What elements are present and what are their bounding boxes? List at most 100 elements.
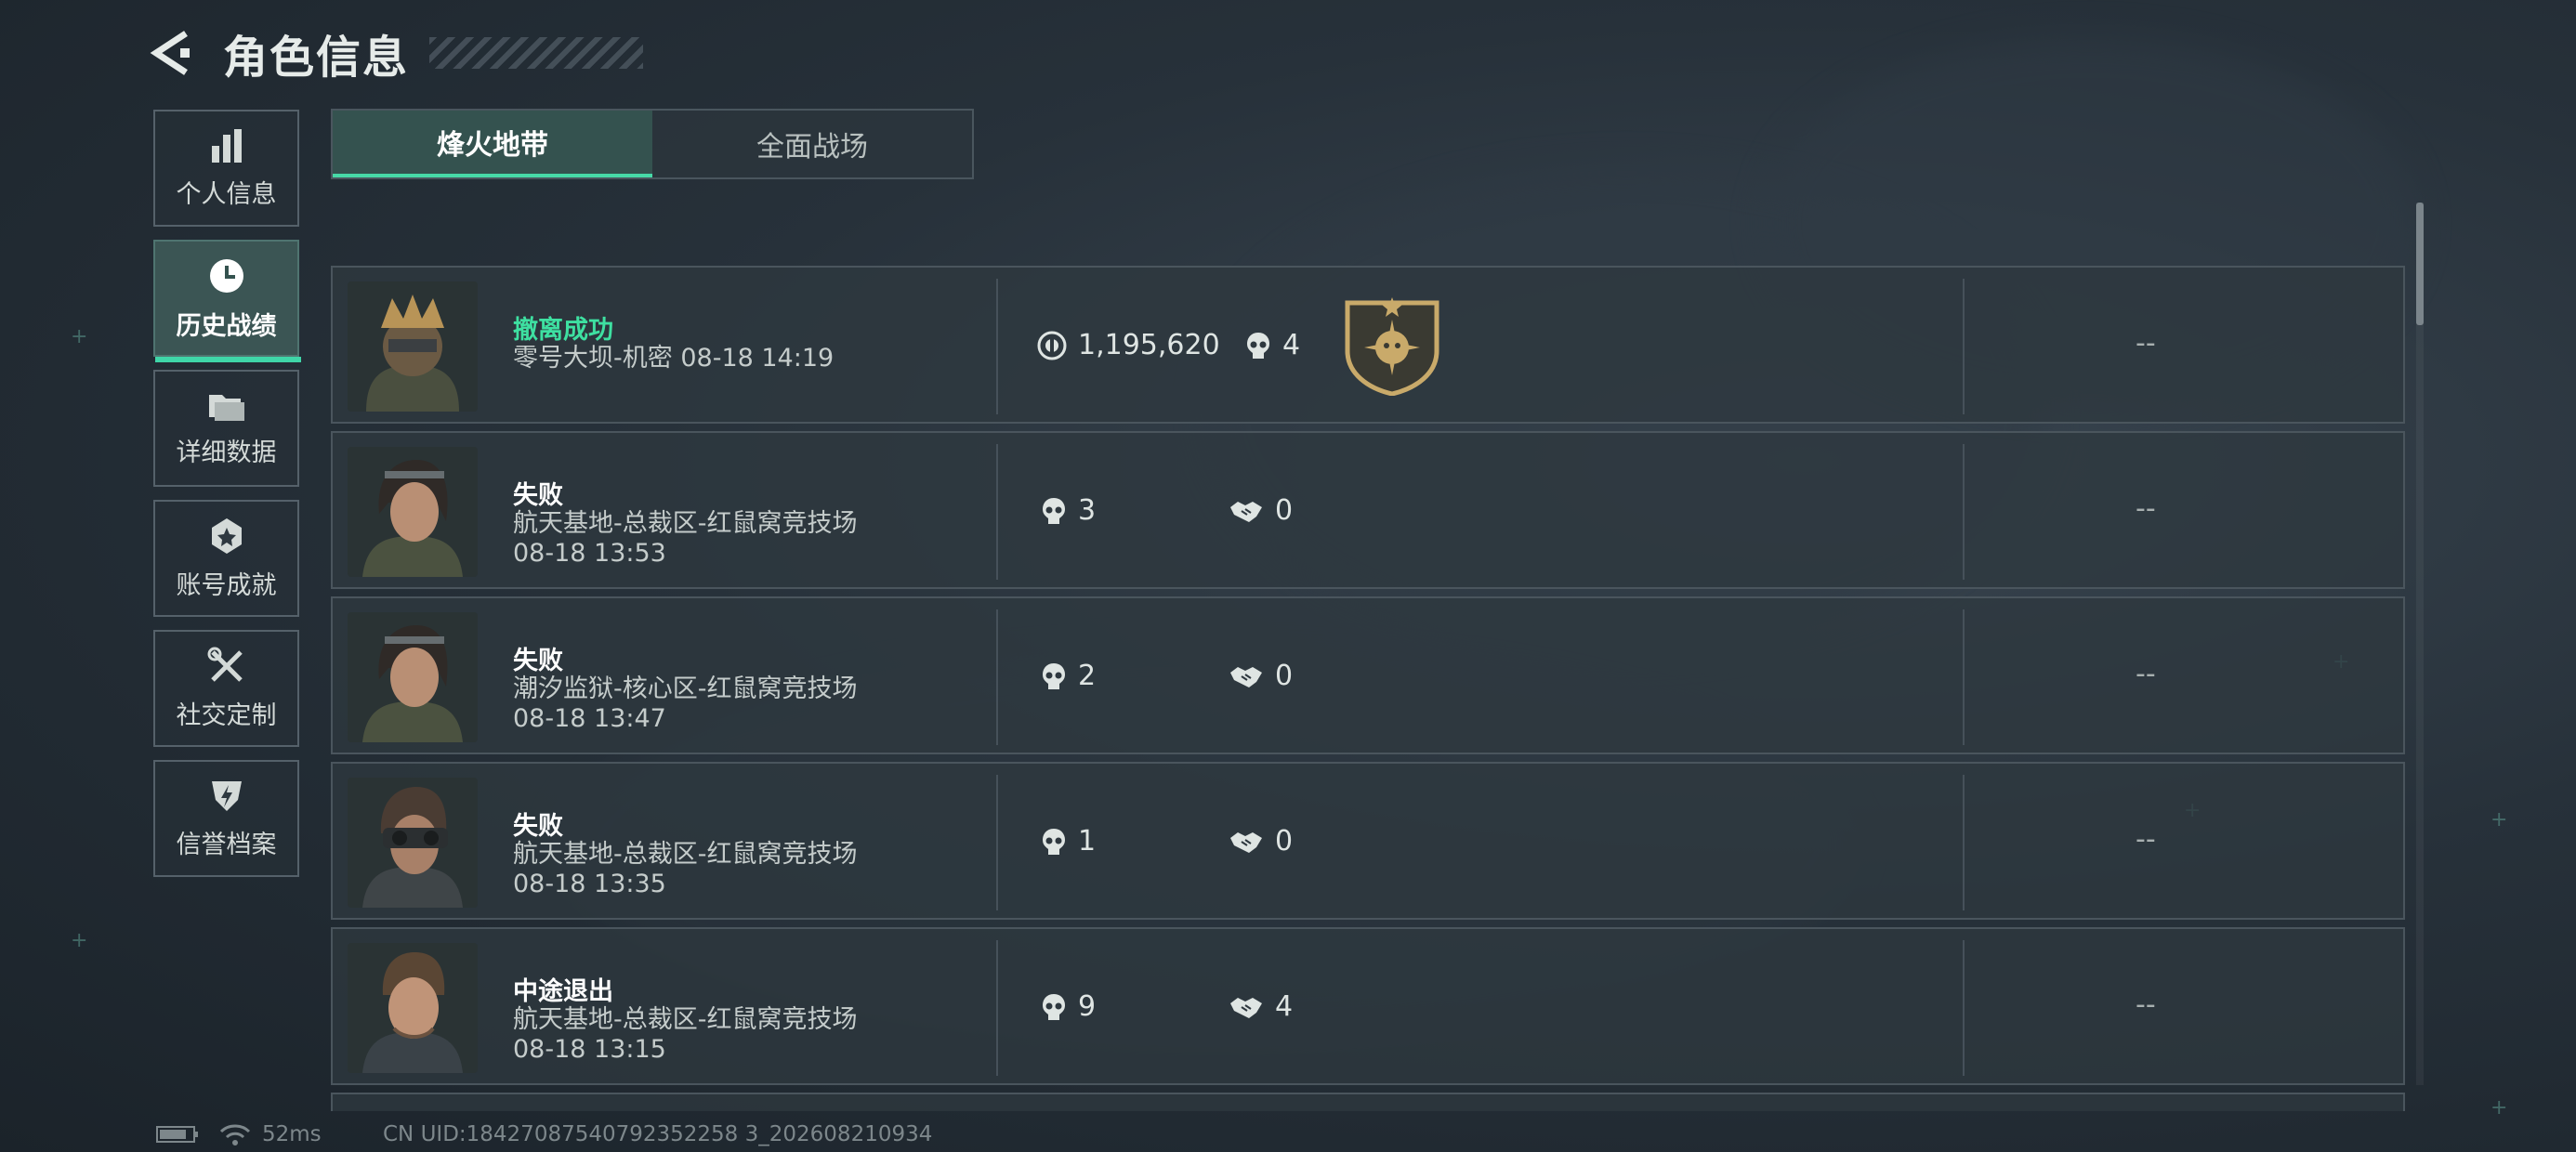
scrollbar-thumb[interactable]	[2416, 203, 2424, 325]
skull-icon	[1043, 828, 1065, 855]
rating-value: --	[2136, 327, 2156, 360]
rescue-stat: 4	[1229, 990, 1293, 1023]
divider	[996, 444, 998, 580]
divider	[1963, 444, 1965, 580]
rescue-stat: 0	[1229, 825, 1293, 857]
rescue-count: 4	[1275, 990, 1294, 1023]
match-row[interactable]: 撤离成功 零号大坝-机密 08-18 14:19 1,195,620 4 --	[331, 266, 2405, 424]
active-indicator	[155, 357, 301, 362]
tools-icon	[207, 647, 243, 682]
operator-portrait	[348, 612, 478, 742]
nav-label: 详细数据	[176, 438, 277, 467]
clock-icon	[209, 258, 243, 293]
kills-stat: 9	[1041, 990, 1096, 1023]
handshake-icon	[1230, 666, 1262, 687]
back-arrow-icon	[150, 31, 190, 75]
mode-tabs: 烽火地带 全面战场	[331, 109, 974, 179]
rating-value: --	[2136, 492, 2156, 525]
match-time: 08-18 13:53	[513, 539, 666, 568]
operator-portrait	[348, 281, 478, 412]
status-bar: 52ms	[156, 1122, 322, 1146]
bar-chart-icon	[211, 128, 242, 163]
match-time: 08-18 13:35	[513, 870, 666, 898]
rating-value: --	[2136, 823, 2156, 856]
divider	[996, 775, 998, 910]
match-status: 失败	[513, 812, 563, 841]
tab-haz-zone[interactable]: 烽火地带	[333, 111, 652, 177]
badge-icon	[211, 517, 242, 554]
match-status: 失败	[513, 647, 563, 675]
divider	[1963, 940, 1965, 1076]
rescue-stat: 0	[1229, 660, 1293, 692]
page-header: 角色信息	[149, 19, 644, 87]
kills-stat: 1	[1041, 825, 1096, 857]
match-time: 08-18 13:15	[513, 1035, 666, 1064]
match-time: 08-18 14:19	[680, 344, 835, 373]
operator-portrait	[348, 778, 478, 908]
rescue-stat: 0	[1229, 494, 1293, 527]
kills-stat: 3	[1041, 494, 1096, 527]
divider	[1963, 775, 1965, 910]
rescue-count: 0	[1275, 494, 1294, 527]
match-row[interactable]: 失败 潮汐监狱-核心区-红鼠窝竞技场 08-18 13:47 2 0 --	[331, 596, 2405, 754]
map-name: 航天基地-总裁区-红鼠窝竞技场	[513, 1005, 858, 1034]
divider	[996, 279, 998, 414]
kill-count: 1	[1078, 825, 1097, 857]
shield-icon	[211, 780, 242, 811]
loot-value: 1,195,620	[1078, 329, 1220, 361]
kills-stat: 2	[1041, 660, 1096, 692]
divider	[996, 940, 998, 1076]
match-status: 失败	[513, 481, 563, 510]
nav-label: 社交定制	[176, 700, 277, 730]
match-location: 航天基地-总裁区-红鼠窝竞技场 08-18 13:35	[513, 840, 996, 899]
match-row-partial	[331, 1093, 2405, 1111]
match-location: 航天基地-总裁区-红鼠窝竞技场 08-18 13:53	[513, 509, 996, 569]
rating-value: --	[2136, 658, 2156, 690]
nav-label: 历史战绩	[176, 311, 277, 341]
match-location: 潮汐监狱-核心区-红鼠窝竞技场 08-18 13:47	[513, 674, 996, 734]
match-status: 撤离成功	[513, 316, 613, 345]
nav-label: 个人信息	[176, 179, 277, 209]
page-title: 角色信息	[223, 32, 410, 84]
kill-count: 9	[1078, 990, 1097, 1023]
match-row[interactable]: 失败 航天基地-总裁区-红鼠窝竞技场 08-18 13:35 1 0 --	[331, 762, 2405, 920]
nav-item-detailed-data[interactable]: 详细数据	[153, 370, 299, 487]
map-name: 零号大坝-机密	[513, 344, 673, 373]
divider	[996, 609, 998, 745]
skull-icon	[1043, 662, 1065, 689]
nav-item-credit-file[interactable]: 信誉档案	[153, 760, 299, 877]
rank-medal-icon	[1344, 297, 1440, 399]
nav-item-personal-info[interactable]: 个人信息	[153, 110, 299, 227]
skull-icon	[1043, 993, 1065, 1020]
folder-icon	[208, 394, 244, 421]
match-row[interactable]: 失败 航天基地-总裁区-红鼠窝竞技场 08-18 13:53 3 0 --	[331, 431, 2405, 589]
map-name: 航天基地-总裁区-红鼠窝竞技场	[513, 840, 858, 869]
battery-icon	[156, 1126, 198, 1143]
uid-text: CN UID:18427087540792352258 3_2026082109…	[383, 1122, 933, 1146]
nav-item-social-custom[interactable]: 社交定制	[153, 630, 299, 747]
handshake-icon	[1230, 997, 1262, 1018]
kills-stat: 4	[1245, 329, 1300, 361]
rescue-count: 0	[1275, 825, 1294, 857]
nav-label: 信誉档案	[176, 830, 277, 859]
nav-item-achievements[interactable]: 账号成就	[153, 500, 299, 617]
nav-label: 账号成就	[176, 570, 277, 600]
rating-value: --	[2136, 988, 2156, 1021]
wifi-icon	[219, 1124, 251, 1145]
operator-portrait	[348, 447, 478, 577]
nav-item-match-history[interactable]: 历史战绩	[153, 240, 301, 362]
kill-count: 2	[1078, 660, 1097, 692]
kill-count: 3	[1078, 494, 1097, 527]
skull-icon	[1247, 332, 1269, 359]
match-location: 零号大坝-机密 08-18 14:19	[513, 344, 996, 373]
match-time: 08-18 13:47	[513, 704, 666, 733]
skull-icon	[1043, 497, 1065, 524]
title-decoration	[429, 37, 644, 69]
match-row[interactable]: 中途退出 航天基地-总裁区-红鼠窝竞技场 08-18 13:15 9 4 --	[331, 927, 2405, 1085]
match-status: 中途退出	[513, 977, 613, 1006]
back-button[interactable]	[149, 20, 204, 85]
tab-full-battlefield[interactable]: 全面战场	[652, 111, 972, 177]
rescue-count: 0	[1275, 660, 1294, 692]
kill-count: 4	[1282, 329, 1301, 361]
operator-portrait	[348, 943, 478, 1073]
